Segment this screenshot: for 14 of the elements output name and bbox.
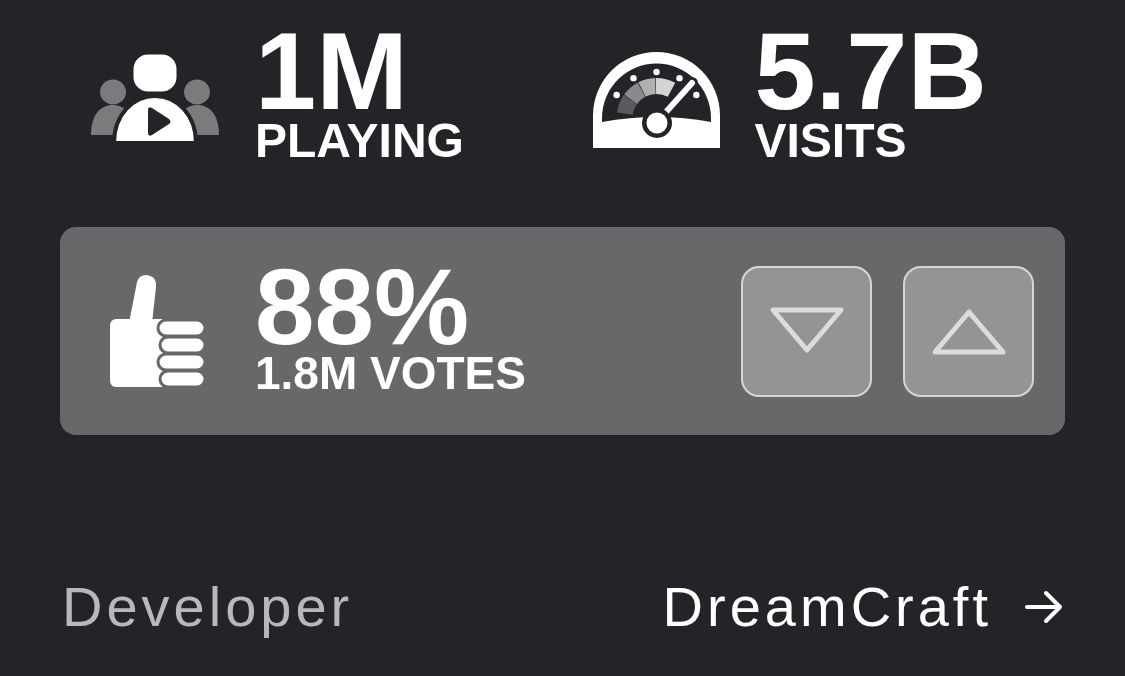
downvote-button[interactable] [741, 265, 872, 397]
vote-count: 1.8M VOTES [255, 352, 526, 393]
rating-percent: 88% [255, 260, 470, 353]
stat-value: 5.7B [754, 21, 987, 121]
thumbs-up-icon [110, 275, 207, 387]
upvote-button[interactable] [903, 265, 1034, 397]
developer-label: Developer [62, 575, 354, 639]
developer-link[interactable]: DreamCraft [662, 575, 1064, 639]
stat-label: VISITS [754, 121, 908, 161]
stat-value: 1M [255, 21, 408, 121]
speedometer-icon [592, 52, 720, 148]
players-icon [90, 53, 220, 143]
arrow-right-icon [1024, 590, 1064, 624]
stat-label: PLAYING [255, 121, 464, 161]
